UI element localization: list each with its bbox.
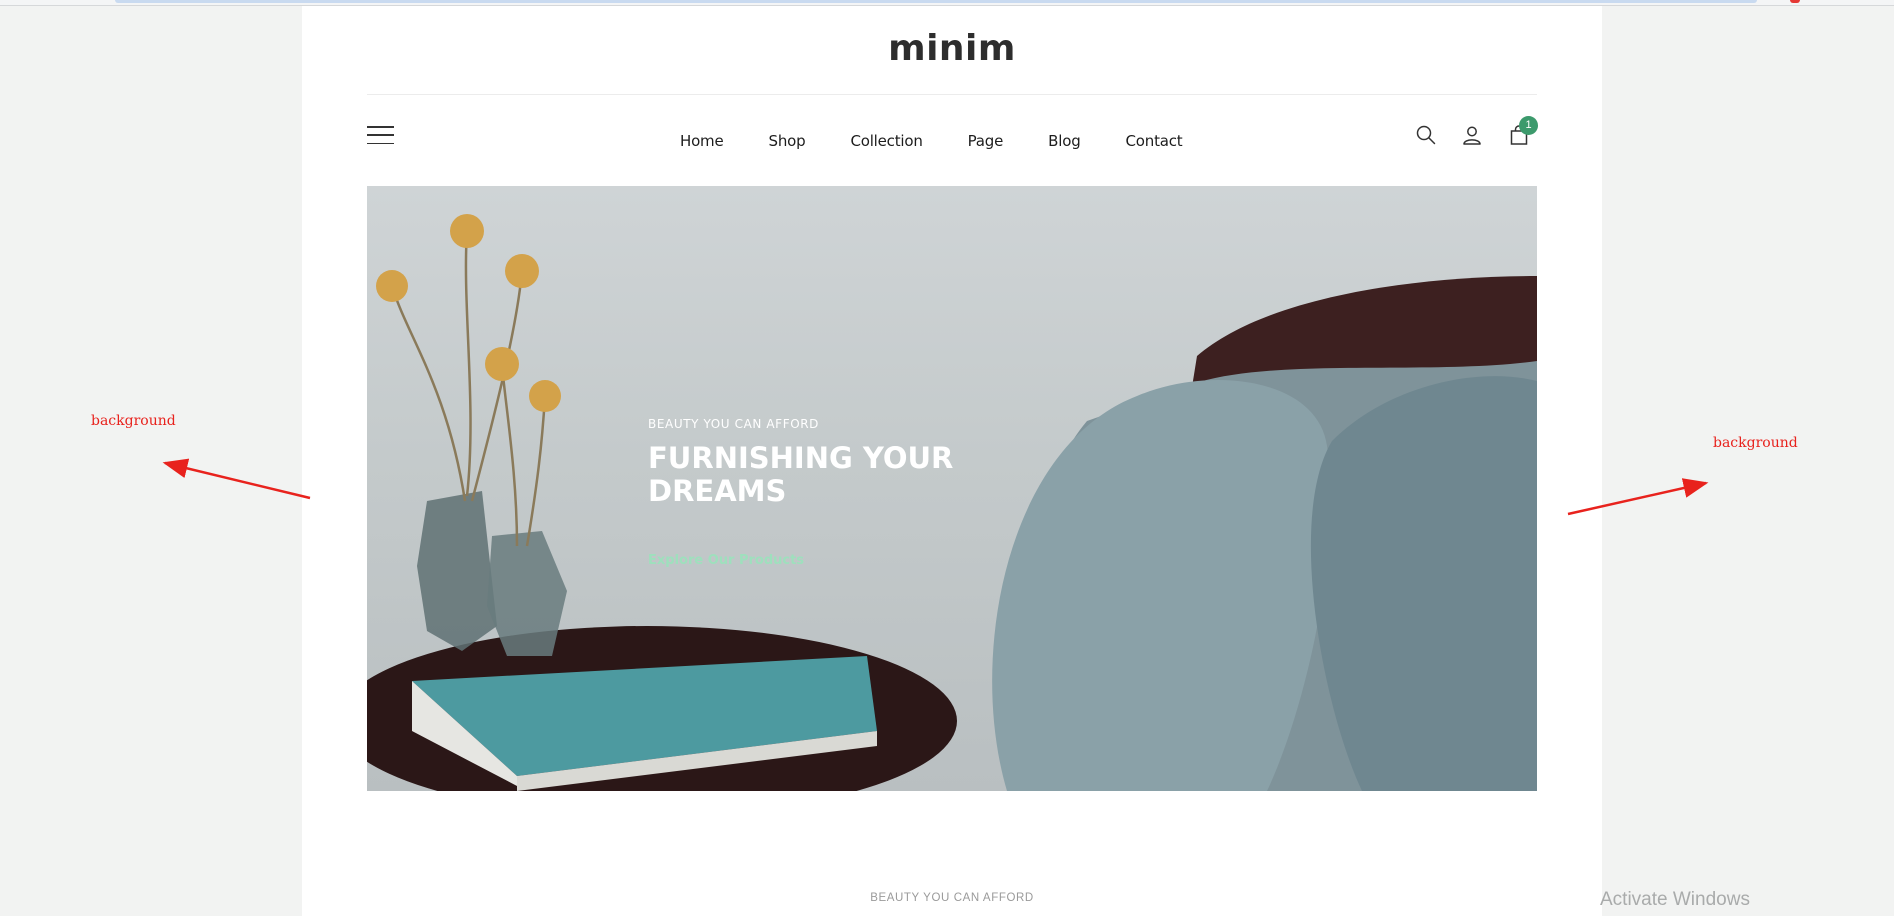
annotation-arrows [162, 458, 1709, 516]
annotation-right-label: background [1713, 435, 1798, 451]
windows-activation-watermark: Activate Windows [1600, 889, 1750, 910]
annotation-left-label: background [91, 413, 176, 429]
